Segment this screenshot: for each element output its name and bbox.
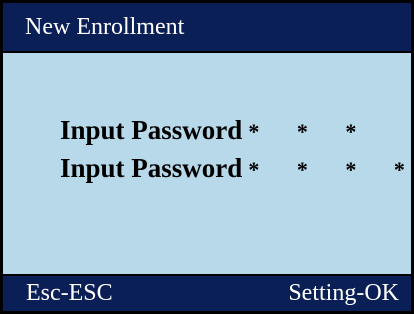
esc-hint[interactable]: Esc-ESC bbox=[26, 276, 113, 311]
password-input-row[interactable]: Input Password * * * bbox=[60, 113, 372, 147]
footer-bar: Esc-ESC Setting-OK bbox=[3, 274, 411, 311]
password-confirm-label: Input Password bbox=[60, 153, 243, 183]
password-label: Input Password bbox=[60, 115, 243, 145]
password-confirm-row[interactable]: Input Password * * * * bbox=[60, 151, 414, 185]
ok-hint[interactable]: Setting-OK bbox=[288, 276, 399, 311]
screen-title: New Enrollment bbox=[25, 14, 185, 40]
password-confirm-mask[interactable]: * * * * bbox=[248, 157, 414, 182]
enrollment-screen: New Enrollment Input Password * * * Input… bbox=[0, 0, 414, 314]
title-bar: New Enrollment bbox=[3, 3, 411, 53]
password-panel: Input Password * * * Input Password * * * … bbox=[3, 53, 411, 275]
password-mask[interactable]: * * * bbox=[248, 119, 372, 144]
